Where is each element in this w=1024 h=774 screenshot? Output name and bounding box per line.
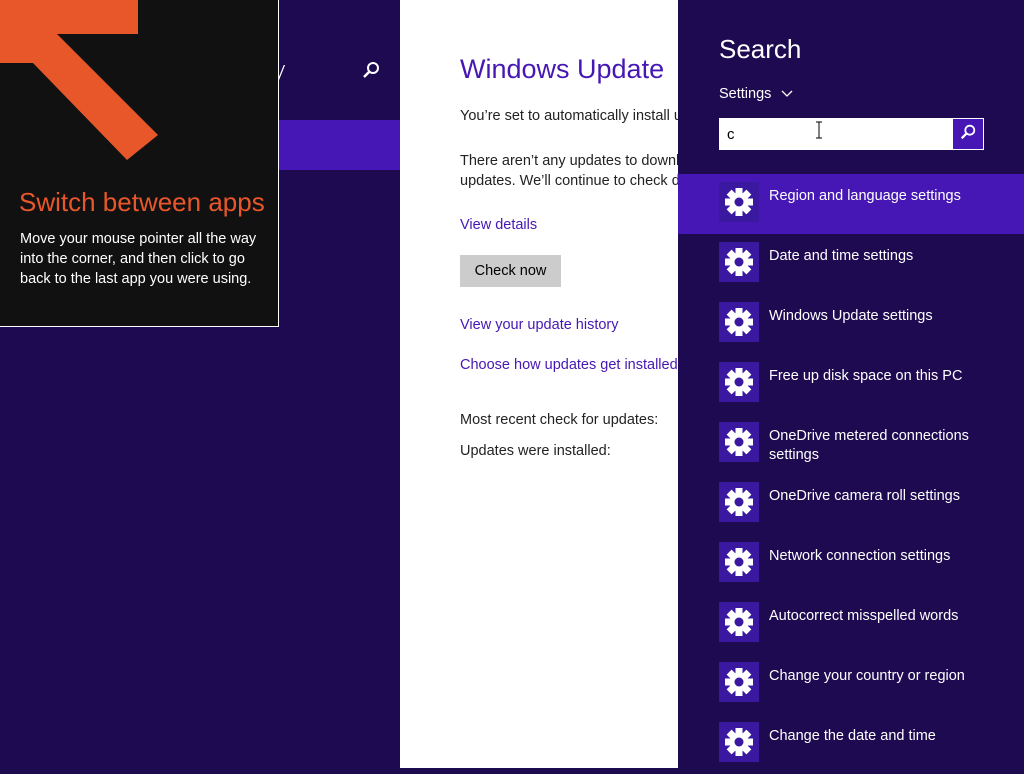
search-button[interactable] bbox=[953, 119, 983, 149]
no-updates-text-line1: There aren’t any updates to downlc bbox=[460, 153, 680, 169]
search-box bbox=[719, 118, 984, 150]
search-result-item[interactable]: Change your country or region bbox=[678, 654, 1024, 714]
chevron-down-icon bbox=[781, 86, 793, 102]
auto-install-text: You’re set to automatically install u bbox=[460, 108, 680, 124]
page-title: Windows Update bbox=[460, 54, 665, 84]
search-result-item[interactable]: OneDrive camera roll settings bbox=[678, 474, 1024, 534]
search-result-label: Network connection settings bbox=[769, 548, 951, 564]
search-result-label: OneDrive camera roll settings bbox=[769, 488, 960, 504]
search-result-item[interactable]: OneDrive metered connections settings bbox=[678, 414, 1024, 474]
search-results-list: Region and language settings Date and tim… bbox=[678, 174, 1024, 774]
choose-how-updates-installed-link[interactable]: Choose how updates get installed bbox=[460, 357, 678, 373]
gear-icon bbox=[719, 242, 759, 282]
search-icon bbox=[959, 123, 977, 145]
gear-icon bbox=[719, 542, 759, 582]
switch-apps-tip: Switch between apps Move your mouse poin… bbox=[0, 0, 279, 327]
windows-update-content: Windows Update You’re set to automatical… bbox=[400, 0, 680, 768]
search-scope-dropdown[interactable]: Settings bbox=[719, 86, 793, 102]
tip-body: Move your mouse pointer all the way into… bbox=[20, 231, 257, 287]
search-result-item[interactable]: Change the date and time bbox=[678, 714, 1024, 774]
gear-icon bbox=[719, 302, 759, 342]
search-result-item[interactable]: Region and language settings bbox=[678, 174, 1024, 234]
check-now-button[interactable]: Check now bbox=[460, 255, 561, 287]
no-updates-text-line2: updates. We’ll continue to check da bbox=[460, 173, 680, 189]
search-scope-label: Settings bbox=[719, 86, 772, 102]
search-result-label: Change your country or region bbox=[769, 668, 965, 684]
search-result-label: Autocorrect misspelled words bbox=[769, 608, 959, 624]
tip-title: Switch between apps bbox=[19, 187, 265, 217]
view-details-link[interactable]: View details bbox=[460, 217, 537, 233]
search-icon[interactable] bbox=[361, 60, 381, 80]
search-charm: Search Settings Region and language sett… bbox=[678, 0, 1024, 768]
search-result-item[interactable]: Network connection settings bbox=[678, 534, 1024, 594]
gear-icon bbox=[719, 362, 759, 402]
text-cursor-icon bbox=[815, 121, 823, 143]
gear-icon bbox=[719, 182, 759, 222]
search-result-item[interactable]: Date and time settings bbox=[678, 234, 1024, 294]
search-result-label: Change the date and time bbox=[769, 728, 936, 744]
most-recent-check-label: Most recent check for updates: bbox=[460, 412, 659, 428]
view-update-history-link[interactable]: View your update history bbox=[460, 317, 619, 333]
search-result-label: Windows Update settings bbox=[769, 308, 933, 324]
arrow-icon bbox=[0, 0, 158, 160]
search-result-label: Region and language settings bbox=[769, 188, 961, 204]
search-result-item[interactable]: Free up disk space on this PC bbox=[678, 354, 1024, 414]
gear-icon bbox=[719, 422, 759, 462]
search-result-label: Free up disk space on this PC bbox=[769, 368, 963, 384]
gear-icon bbox=[719, 482, 759, 522]
search-result-label: Date and time settings bbox=[769, 248, 914, 264]
search-charm-title: Search bbox=[719, 34, 802, 64]
search-result-item[interactable]: Windows Update settings bbox=[678, 294, 1024, 354]
gear-icon bbox=[719, 602, 759, 642]
updates-installed-label: Updates were installed: bbox=[460, 443, 611, 459]
search-result-item[interactable]: Autocorrect misspelled words bbox=[678, 594, 1024, 654]
search-input[interactable] bbox=[720, 119, 952, 149]
search-result-label: OneDrive metered connections settings bbox=[769, 428, 969, 463]
gear-icon bbox=[719, 722, 759, 762]
gear-icon bbox=[719, 662, 759, 702]
